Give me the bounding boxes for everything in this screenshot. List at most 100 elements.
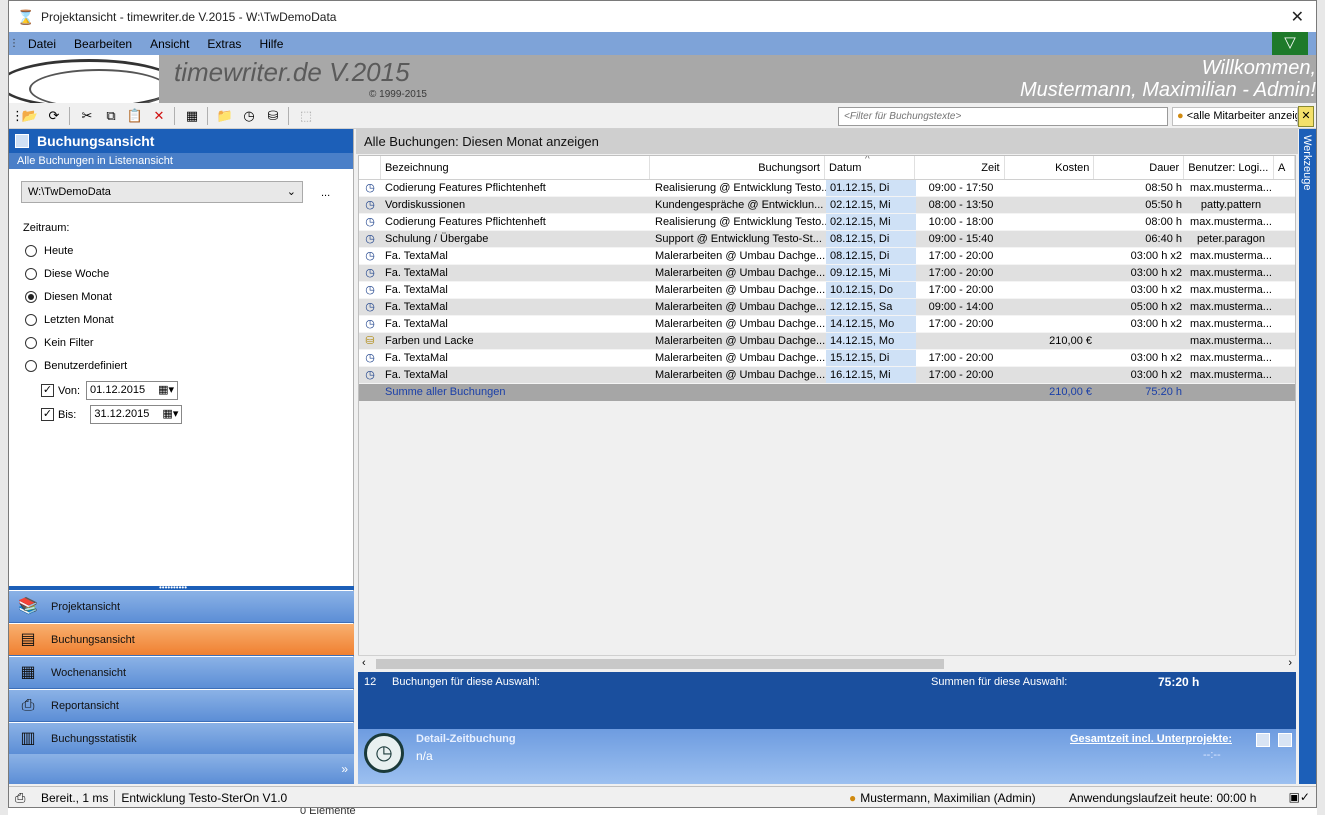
table-row[interactable]: ◷ Fa. TextaMal Malerarbeiten @ Umbau Dachg… [359,316,1295,333]
copy-button[interactable]: ⧉ [100,106,122,126]
cell-user: max.musterma... [1190,216,1272,228]
grid-sum-row: Summe aller Buchungen 210,00 € 75:20 h [359,384,1295,401]
table-row[interactable]: ◷ Vordiskussionen Kundengespräche @ Entwic… [359,197,1295,214]
col-kosten[interactable]: Kosten [1005,156,1095,179]
radio-button[interactable] [25,268,37,280]
table-row[interactable]: ◷ Fa. TextaMal Malerarbeiten @ Umbau Dachg… [359,367,1295,384]
bis-date-picker[interactable]: 31.12.2015 ▦▾ [90,405,183,424]
cell-ort: Malerarbeiten @ Umbau Dachge... [655,267,826,279]
scroll-thumb[interactable] [376,659,944,669]
radio-diese-woche[interactable]: Diese Woche [25,268,109,280]
nav-projektansicht[interactable]: 📚 Projektansicht [9,591,354,623]
window-close-button[interactable]: ✕ [1291,7,1304,27]
radio-button[interactable] [25,360,37,372]
cut-button[interactable]: ✂ [76,106,98,126]
toolbar: ⋮ 📂 ⟳ ✂ ⧉ 📋 ✕ ▦ 📁 ◷ ⛁ ⬚ ● <alle Mitarbei… [9,103,1316,129]
time-booking-button[interactable]: ◷ [238,106,260,126]
nav-buchungsstatistik[interactable]: ▥ Buchungsstatistik [9,723,354,755]
employee-filter[interactable]: ● <alle Mitarbeiter anzeigen> [1172,107,1298,126]
radio-button[interactable] [25,337,37,349]
scroll-left-icon[interactable]: ‹ [362,657,366,669]
bis-checkbox[interactable]: ✓ [41,408,54,421]
selection-button[interactable]: ⬚ [295,106,317,126]
table-row[interactable]: ◷ Fa. TextaMal Malerarbeiten @ Umbau Dachg… [359,299,1295,316]
clock-icon: ◷ [365,199,375,211]
browse-path-button[interactable]: ... [321,187,330,199]
properties-button[interactable]: ▦ [181,106,203,126]
radio-diesen-monat[interactable]: Diesen Monat [25,291,112,303]
col-buchungsort[interactable]: Buchungsort [650,156,825,179]
von-date-picker[interactable]: 01.12.2015 ▦▾ [86,381,179,400]
status-runtime: Anwendungslaufzeit heute: 00:00 h [1069,791,1257,805]
radio-heute[interactable]: Heute [25,245,73,257]
background-window-left [0,0,8,815]
paste-button[interactable]: 📋 [124,106,146,126]
col-benutzer[interactable]: Benutzer: Logi... [1184,156,1275,179]
filter-funnel-button[interactable]: ▽ [1272,32,1308,55]
detail-expand-button[interactable] [1278,733,1292,747]
cell-ort: Malerarbeiten @ Umbau Dachge... [655,284,826,296]
cell-zeit: 17:00 - 20:00 [928,318,994,330]
sum-spacer [826,384,916,401]
logo-image [9,55,159,103]
nav-buchungsansicht[interactable]: ▤ Buchungsansicht [9,624,354,656]
scroll-right-icon[interactable]: › [1288,657,1292,669]
nav-label: Projektansicht [51,600,121,613]
cell-datum: 01.12.15, Di [826,180,916,196]
menu-datei[interactable]: Datei [19,37,65,51]
col-a[interactable]: A [1274,156,1295,179]
menu-extras[interactable]: Extras [198,37,250,51]
von-checkbox[interactable]: ✓ [41,384,54,397]
data-path-select[interactable]: W:\TwDemoData ⌄ [21,181,303,203]
horizontal-scrollbar[interactable]: ‹ › [358,655,1296,671]
grid-header: Bezeichnung Buchungsort Datum ^ Zeit Kost… [359,156,1295,180]
menu-ansicht[interactable]: Ansicht [141,37,198,51]
table-row[interactable]: ◷ Codierung Features Pflichtenheft Realisi… [359,214,1295,231]
menu-hilfe[interactable]: Hilfe [250,37,292,51]
cell-kosten [1006,197,1096,213]
nav-wochenansicht[interactable]: ▦ Wochenansicht [9,657,354,689]
col-bezeichnung[interactable]: Bezeichnung [381,156,651,179]
open-folder-button[interactable]: 📂 [19,106,41,126]
clock-icon: ◷ [243,107,255,123]
table-row[interactable]: ◷ Schulung / Übergabe Support @ Entwicklun… [359,231,1295,248]
col-zeit[interactable]: Zeit [915,156,1005,179]
refresh-button[interactable]: ⟳ [43,106,65,126]
detail-layout-button[interactable] [1256,733,1270,747]
table-row[interactable]: ◷ Fa. TextaMal Malerarbeiten @ Umbau Dachg… [359,248,1295,265]
cell-dauer: 03:00 h x2 [1130,267,1182,279]
radio-button-selected[interactable] [25,291,37,303]
radio-letzten-monat[interactable]: Letzten Monat [25,314,114,326]
cell-bez: Farben und Lacke [385,335,474,347]
cost-booking-button[interactable]: ⛁ [262,106,284,126]
table-row[interactable]: ⛁ Farben und Lacke Malerarbeiten @ Umbau D… [359,333,1295,350]
cell-zeit: 09:00 - 14:00 [928,301,994,313]
cell-ort: Malerarbeiten @ Umbau Dachge... [655,301,826,313]
table-row[interactable]: ◷ Codierung Features Pflichtenheft Realisi… [359,180,1295,197]
table-row[interactable]: ◷ Fa. TextaMal Malerarbeiten @ Umbau Dachg… [359,350,1295,367]
sum-kosten: 210,00 € [1049,386,1092,398]
table-row[interactable]: ◷ Fa. TextaMal Malerarbeiten @ Umbau Dachg… [359,282,1295,299]
employee-filter-clear-button[interactable]: ✕ [1298,106,1314,127]
new-folder-button[interactable]: 📁 [214,106,236,126]
cell-ort: Realisierung @ Entwicklung Testo... [655,182,826,194]
radio-button[interactable] [25,245,37,257]
booking-text-filter-input[interactable] [838,107,1168,126]
delete-button[interactable]: ✕ [148,106,170,126]
col-datum[interactable]: Datum ^ [825,156,915,179]
menu-bearbeiten[interactable]: Bearbeiten [65,37,141,51]
radio-button[interactable] [25,314,37,326]
radio-benutzerdefiniert[interactable]: Benutzerdefiniert [25,360,127,372]
radio-kein-filter[interactable]: Kein Filter [25,337,94,349]
welcome-text: Willkommen, Mustermann, Maximilian - Adm… [1020,57,1316,101]
detail-panel: ◷ Detail-Zeitbuchung n/a Gesamtzeit incl… [358,729,1296,784]
expand-nav-button[interactable]: » [341,762,348,776]
nav-reportansicht[interactable]: ⎙ Reportansicht [9,690,354,722]
cell-bez: Fa. TextaMal [385,267,448,279]
table-row[interactable]: ◷ Fa. TextaMal Malerarbeiten @ Umbau Dachg… [359,265,1295,282]
col-dauer[interactable]: Dauer [1094,156,1185,179]
cell-bez: Fa. TextaMal [385,301,448,313]
app-window: ⌛ Projektansicht - timewriter.de V.2015 … [8,0,1317,808]
werkzeuge-sidebar[interactable]: Werkzeuge [1299,129,1316,784]
gesamtzeit-link[interactable]: Gesamtzeit incl. Unterprojekte: [1070,733,1232,745]
